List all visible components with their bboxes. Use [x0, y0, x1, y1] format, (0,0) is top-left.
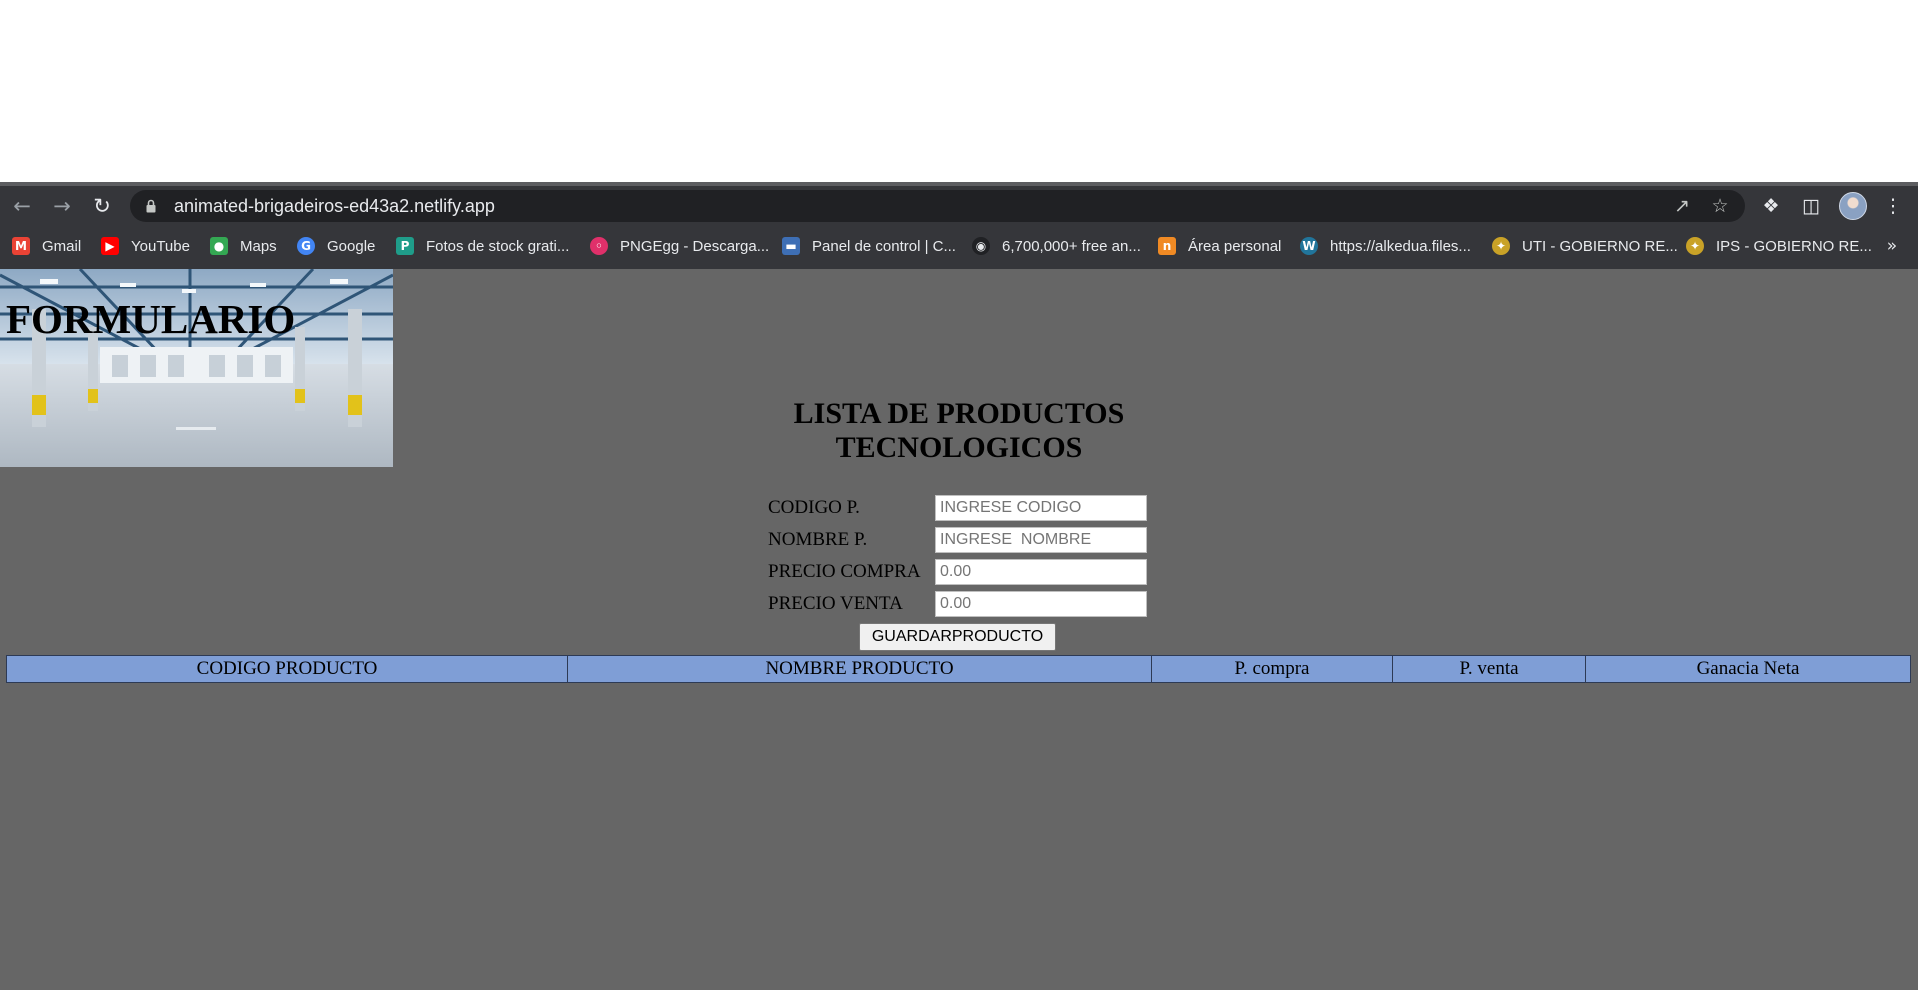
- government-seal-icon: ✦: [1492, 237, 1510, 255]
- bookmark-uti-gobierno[interactable]: ✦ UTI - GOBIERNO RE...: [1492, 234, 1678, 258]
- products-table: CODIGO PRODUCTO NOMBRE PRODUCTO P. compr…: [6, 655, 1911, 683]
- bookmarks-bar: M Gmail ▶ YouTube ● Maps G Google P Foto…: [0, 226, 1918, 269]
- bookmark-label: Área personal: [1188, 237, 1282, 255]
- precio-venta-label: PRECIO VENTA: [768, 593, 903, 614]
- lock-icon[interactable]: [146, 199, 156, 213]
- bookmark-label: PNGEgg - Descarga...: [620, 237, 770, 255]
- page-title-line-2: TECNOLOGICOS: [835, 431, 1083, 464]
- bookmark-label: UTI - GOBIERNO RE...: [1522, 237, 1678, 255]
- warehouse-banner: FORMULARIO: [0, 269, 393, 467]
- bookmark-free-animations[interactable]: ◉ 6,700,000+ free an...: [972, 234, 1141, 258]
- bookmark-label: YouTube: [131, 237, 190, 255]
- extensions-icon[interactable]: ❖: [1759, 194, 1783, 218]
- bookmark-personal-area[interactable]: n Área personal: [1158, 234, 1281, 258]
- forward-arrow-icon[interactable]: →: [50, 194, 74, 218]
- bookmark-gmail[interactable]: M Gmail: [12, 234, 81, 258]
- precio-compra-label: PRECIO COMPRA: [768, 561, 921, 582]
- nombre-input[interactable]: [935, 527, 1147, 553]
- stock-photos-icon: P: [396, 237, 414, 255]
- nombre-label: NOMBRE P.: [768, 529, 868, 550]
- bookmark-pngegg[interactable]: ◦ PNGEgg - Descarga...: [590, 234, 769, 258]
- precio-venta-input[interactable]: [935, 591, 1147, 617]
- page-title: LISTA DE PRODUCTOS TECNOLOGICOS: [659, 397, 1259, 465]
- url-text[interactable]: animated-brigadeiros-ed43a2.netlify.app: [174, 190, 495, 222]
- profile-avatar[interactable]: [1839, 192, 1867, 220]
- bookmark-label: Maps: [240, 237, 277, 255]
- precio-compra-input[interactable]: [935, 559, 1147, 585]
- save-product-button[interactable]: GUARDARPRODUCTO: [859, 623, 1056, 651]
- bookmark-label: IPS - GOBIERNO RE...: [1716, 237, 1872, 255]
- personal-area-icon: n: [1158, 237, 1176, 255]
- codigo-input[interactable]: [935, 495, 1147, 521]
- side-panel-icon[interactable]: ◫: [1799, 194, 1823, 218]
- table-header-row: CODIGO PRODUCTO NOMBRE PRODUCTO P. compr…: [6, 655, 1911, 683]
- control-panel-icon: ▬: [782, 237, 800, 255]
- bookmark-label: Gmail: [42, 237, 82, 255]
- bookmark-label: Panel de control | C...: [812, 237, 956, 255]
- bookmark-label: 6,700,000+ free an...: [1002, 237, 1141, 255]
- wordpress-icon: W: [1300, 237, 1318, 255]
- column-header-p-compra: P. compra: [1151, 655, 1393, 683]
- desktop-background: [0, 0, 1918, 182]
- maps-icon: ●: [210, 237, 228, 255]
- bookmark-alkedua[interactable]: W https://alkedua.files...: [1300, 234, 1471, 258]
- government-seal-icon: ✦: [1686, 237, 1704, 255]
- column-header-p-venta: P. venta: [1392, 655, 1586, 683]
- address-bar[interactable]: animated-brigadeiros-ed43a2.netlify.app …: [130, 190, 1745, 222]
- free-animations-icon: ◉: [972, 237, 990, 255]
- bookmark-youtube[interactable]: ▶ YouTube: [101, 234, 190, 258]
- chevron-double-right-icon[interactable]: »: [1882, 234, 1902, 258]
- browser-chrome: ← → ↻ animated-brigadeiros-ed43a2.netlif…: [0, 182, 1918, 269]
- browser-toolbar: ← → ↻ animated-brigadeiros-ed43a2.netlif…: [0, 186, 1918, 226]
- bookmark-control-panel[interactable]: ▬ Panel de control | C...: [782, 234, 956, 258]
- bookmark-label: Fotos de stock grati...: [426, 237, 570, 255]
- page-title-line-1: LISTA DE PRODUCTOS: [793, 397, 1125, 430]
- star-icon[interactable]: ☆: [1708, 194, 1732, 218]
- google-icon: G: [297, 237, 315, 255]
- bookmark-google[interactable]: G Google: [297, 234, 375, 258]
- bookmark-label: https://alkedua.files...: [1330, 237, 1471, 255]
- bookmark-stock-photos[interactable]: P Fotos de stock grati...: [396, 234, 569, 258]
- kebab-menu-icon[interactable]: ⋮: [1881, 194, 1905, 218]
- column-header-codigo-producto: CODIGO PRODUCTO: [6, 655, 568, 683]
- codigo-label: CODIGO P.: [768, 497, 860, 518]
- page-content: FORMULARIO LISTA DE PRODUCTOS TECNOLOGIC…: [0, 269, 1918, 990]
- bookmark-ips-gobierno[interactable]: ✦ IPS - GOBIERNO RE...: [1686, 234, 1872, 258]
- pngegg-icon: ◦: [590, 237, 608, 255]
- gmail-icon: M: [12, 237, 30, 255]
- column-header-ganancia-neta: Ganacia Neta: [1585, 655, 1911, 683]
- back-arrow-icon[interactable]: ←: [10, 194, 34, 218]
- reload-icon[interactable]: ↻: [90, 194, 114, 218]
- share-icon[interactable]: ↗: [1670, 194, 1694, 218]
- bookmark-label: Google: [327, 237, 376, 255]
- banner-title: FORMULARIO: [6, 296, 296, 342]
- youtube-icon: ▶: [101, 237, 119, 255]
- bookmark-maps[interactable]: ● Maps: [210, 234, 277, 258]
- column-header-nombre-producto: NOMBRE PRODUCTO: [567, 655, 1152, 683]
